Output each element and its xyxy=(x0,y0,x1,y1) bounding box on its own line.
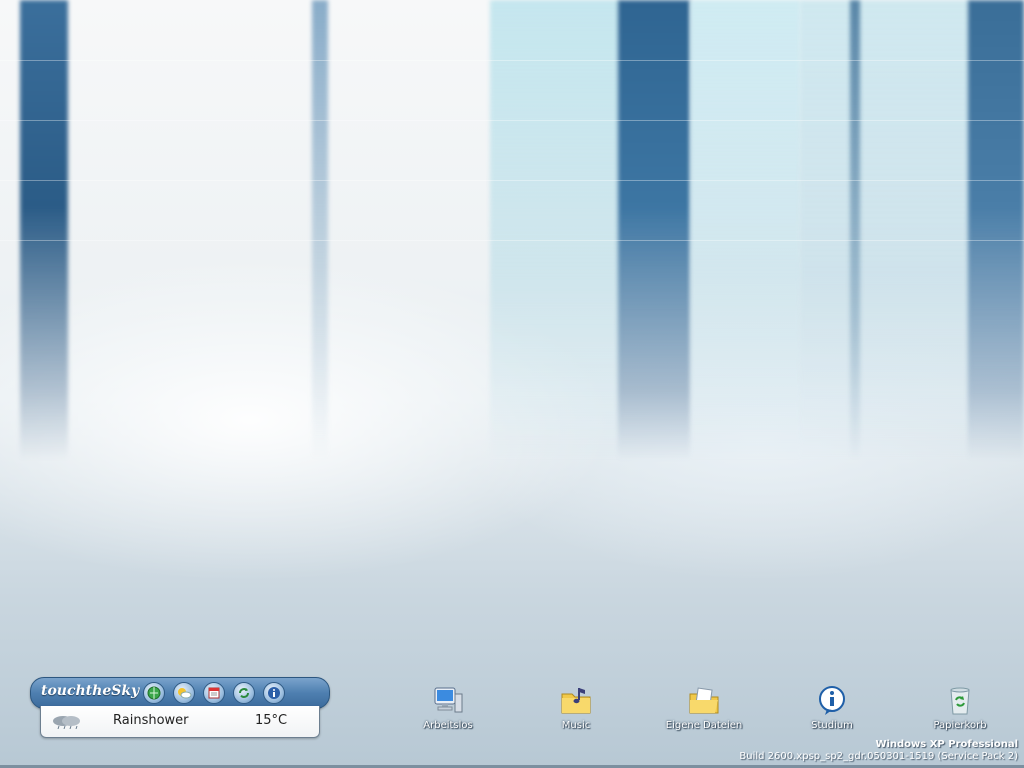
desktop-icon-eigene-dateien[interactable]: Eigene Dateien xyxy=(649,684,759,731)
desktop-icon-arbeitslos[interactable]: Arbeitslos xyxy=(393,684,503,731)
widget-toolbar[interactable]: touchtheSky xyxy=(30,677,330,709)
wallpaper-line xyxy=(0,120,1024,121)
wallpaper-stripe xyxy=(690,0,800,460)
music-folder-icon xyxy=(559,684,593,718)
os-build-string: Build 2600.xpsp_sp2_gdr.050301-1519 (Ser… xyxy=(739,751,1018,762)
weather-condition: Rainshower xyxy=(113,713,189,728)
widget-title: touchtheSky xyxy=(41,683,140,699)
globe-icon[interactable] xyxy=(143,682,165,704)
wallpaper-line xyxy=(0,240,1024,241)
os-build-info: Windows XP Professional Build 2600.xpsp_… xyxy=(739,739,1018,762)
os-edition: Windows XP Professional xyxy=(875,739,1018,750)
desktop-icon-label: Eigene Dateien xyxy=(665,720,743,731)
rain-cloud-icon xyxy=(51,714,85,730)
desktop-icon-label: Studium xyxy=(811,720,853,731)
desktop-icon-music[interactable]: Music xyxy=(521,684,631,731)
wallpaper-stripe xyxy=(618,0,690,460)
computer-icon xyxy=(431,684,465,718)
info-icon[interactable] xyxy=(263,682,285,704)
weather-widget[interactable]: touchtheSky Rainshower 15°C xyxy=(30,677,330,739)
wallpaper-stripe xyxy=(20,0,68,460)
desktop-icon-label: Arbeitslos xyxy=(423,720,473,731)
sun-cloud-icon[interactable] xyxy=(173,682,195,704)
wallpaper-stripe xyxy=(800,0,970,460)
wallpaper-stripe xyxy=(850,0,860,460)
wallpaper-stripe xyxy=(490,0,620,460)
documents-folder-icon xyxy=(687,684,721,718)
wallpaper-stripe xyxy=(312,0,328,460)
desktop-wallpaper xyxy=(0,0,1024,768)
weather-panel: Rainshower 15°C xyxy=(40,706,320,738)
desktop-icon-label: Music xyxy=(561,720,591,731)
desktop-icon-label: Papierkorb xyxy=(933,720,987,731)
wallpaper-line xyxy=(0,180,1024,181)
recycle-bin-icon xyxy=(943,684,977,718)
temperature-value: 15°C xyxy=(255,713,288,728)
wallpaper-stripe xyxy=(968,0,1024,460)
desktop-icon-papierkorb[interactable]: Papierkorb xyxy=(905,684,1015,731)
refresh-icon[interactable] xyxy=(233,682,255,704)
desktop-icon-studium[interactable]: Studium xyxy=(777,684,887,731)
calendar-icon[interactable] xyxy=(203,682,225,704)
info-bubble-icon xyxy=(815,684,849,718)
wallpaper-line xyxy=(0,60,1024,61)
